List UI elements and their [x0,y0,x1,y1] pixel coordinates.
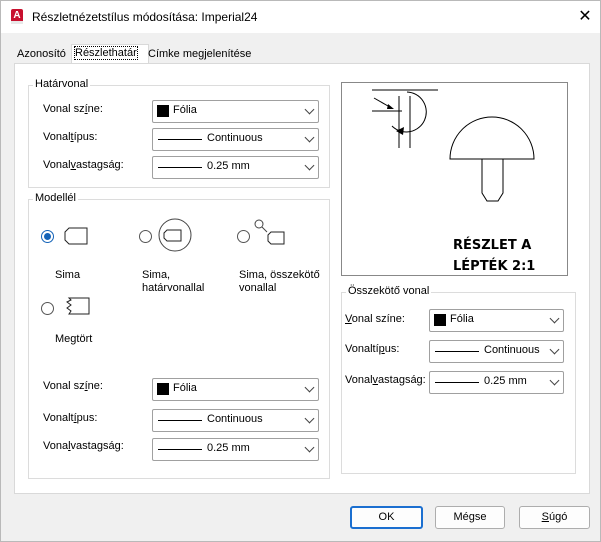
combo-value: Fólia [173,104,197,116]
model-edge-group: Modellél Sima Sima, határvonallal Sima, … [28,192,330,479]
tab-label: Azonosító [17,48,66,60]
connector-color-label: Vonal színe: [345,313,405,325]
radio-smooth-with-connector[interactable] [237,230,250,243]
combo-value: Fólia [450,313,474,325]
model-lineweight-label: Vonalvastagság: [43,440,124,452]
jagged-edge-icon [66,297,90,315]
tab-label: Címke megjelenítése [148,48,252,60]
chevron-down-icon [304,132,315,143]
option-smooth-label: Sima [55,269,81,281]
line-preview [435,351,479,352]
preview-label-line2: LÉPTÉK 2:1 [453,258,535,274]
preview-drawing: RÉSZLET A LÉPTÉK 2:1 [372,89,535,274]
combo-value: 0.25 mm [207,160,250,172]
boundary-color-select[interactable]: Fólia [152,100,319,123]
model-linetype-select[interactable]: Continuous [152,409,319,432]
chevron-down-icon [549,375,560,386]
chevron-down-icon [549,344,560,355]
preview-label-line1: RÉSZLET A [453,237,531,253]
tab-detail-boundary[interactable]: Részlethatár [71,44,149,64]
boundary-lineweight-label: Vonalvastagság: [43,159,124,171]
model-lineweight-select[interactable]: 0.25 mm [152,438,319,461]
window-title: Részletnézetstílus módosítása: Imperial2… [32,10,258,24]
chevron-down-icon [304,442,315,453]
combo-value: 0.25 mm [484,375,527,387]
model-linetype-label: Vonaltípus: [43,412,98,424]
combo-value: 0.25 mm [207,442,250,454]
line-preview [158,167,202,168]
connector-line-group: Összekötő vonal Vonal színe: Fólia Vonal… [341,285,576,474]
model-color-select[interactable]: Fólia [152,378,319,401]
boundary-linetype-label: Vonaltípus: [43,131,98,143]
chevron-down-icon [304,413,315,424]
combo-value: Continuous [207,413,263,425]
group-title: Modellél [33,192,78,204]
radio-smooth-with-border[interactable] [139,230,152,243]
option-smooth-border-label-line1: Sima, [142,269,171,281]
chevron-down-icon [304,160,315,171]
help-button[interactable]: Súgó [519,506,590,529]
chevron-down-icon [304,104,315,115]
close-icon[interactable]: ✕ [571,3,599,31]
dialog-window: A Részletnézetstílus módosítása: Imperia… [0,0,601,542]
color-swatch [157,105,169,117]
connector-linetype-select[interactable]: Continuous [429,340,564,363]
smooth-edge-icon [64,227,88,245]
detail-view-preview: RÉSZLET A LÉPTÉK 2:1 [341,82,568,276]
smooth-with-connector-icon [254,219,285,245]
chevron-down-icon [549,313,560,324]
combo-value: Continuous [484,344,540,356]
radio-smooth[interactable] [41,230,54,243]
boundary-color-label: Vonal színe: [43,103,103,115]
ok-button[interactable]: OK [350,506,423,529]
tab-label: Részlethatár [74,46,138,60]
group-title: Határvonal [33,78,91,90]
option-jagged-label: Megtört [55,333,93,345]
boundary-lineweight-select[interactable]: 0.25 mm [152,156,319,179]
combo-value: Continuous [207,132,263,144]
line-preview [435,382,479,383]
connector-lineweight-select[interactable]: 0.25 mm [429,371,564,394]
chevron-down-icon [304,382,315,393]
line-preview [158,139,202,140]
boundary-linetype-select[interactable]: Continuous [152,128,319,151]
color-swatch [434,314,446,326]
option-smooth-border-label-line2: határvonallal [142,282,205,294]
connector-lineweight-label: Vonalvastagság: [345,374,426,386]
connector-color-select[interactable]: Fólia [429,309,564,332]
smooth-with-border-icon [158,218,192,252]
line-preview [158,449,202,450]
radio-jagged[interactable] [41,302,54,315]
title-bar: A Részletnézetstílus módosítása: Imperia… [1,1,600,33]
option-smooth-connector-label-line1: Sima, összekötő [239,269,320,281]
option-smooth-connector-label-line2: vonallal [239,282,277,294]
line-preview [158,420,202,421]
autocad-app-icon: A [11,9,23,24]
connector-linetype-label: Vonaltípus: [345,343,400,355]
tab-identity[interactable]: Azonosító [14,46,72,63]
boundary-group: Határvonal Vonal színe: Fólia Vonaltípus… [28,78,330,188]
combo-value: Fólia [173,382,197,394]
tab-label-display[interactable]: Címke megjelenítése [145,46,251,63]
color-swatch [157,383,169,395]
model-color-label: Vonal színe: [43,380,103,392]
group-title: Összekötő vonal [346,285,432,297]
cancel-button[interactable]: Mégse [435,506,505,529]
